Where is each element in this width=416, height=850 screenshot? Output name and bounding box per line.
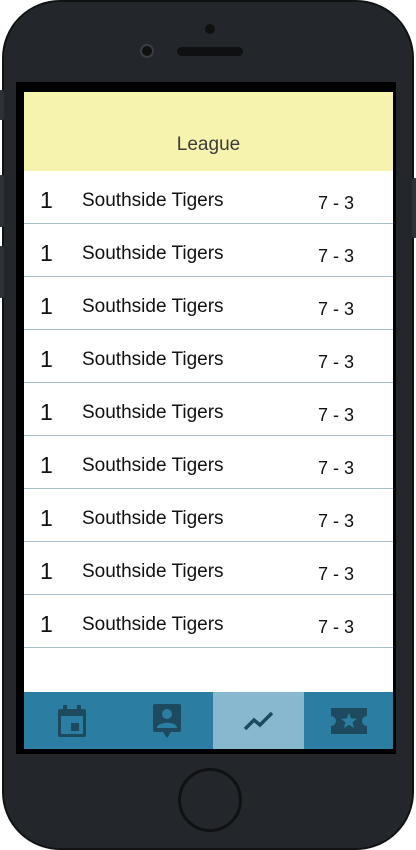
list-item[interactable]: 1 Southside Tigers 7 - 3: [24, 542, 393, 595]
list-item[interactable]: 1 Southside Tigers 7 - 3: [24, 383, 393, 436]
contact-card-icon: [152, 703, 181, 738]
page-header: League: [24, 92, 393, 171]
list-item[interactable]: 1 Southside Tigers 7 - 3: [24, 436, 393, 489]
team-record: 7 - 3: [318, 511, 355, 531]
earpiece-speaker: [177, 47, 243, 56]
team-record: 7 - 3: [318, 299, 355, 319]
team-rank: 1: [40, 293, 53, 319]
tab-standings[interactable]: [213, 692, 304, 749]
app-screen: League 1 Southside Tigers 7 - 3 1 Souths…: [24, 92, 393, 749]
front-camera: [140, 44, 154, 58]
team-name: Southside Tigers: [82, 561, 224, 582]
team-name: Southside Tigers: [82, 349, 224, 370]
team-record: 7 - 3: [318, 246, 355, 266]
team-name: Southside Tigers: [82, 455, 224, 476]
list-item[interactable]: 1 Southside Tigers 7 - 3: [24, 489, 393, 542]
home-button[interactable]: [178, 768, 242, 832]
team-rank: 1: [40, 346, 53, 372]
mute-switch: [0, 90, 4, 120]
list-item[interactable]: 1 Southside Tigers 7 - 3: [24, 171, 393, 224]
standings-list: 1 Southside Tigers 7 - 3 1 Southside Tig…: [24, 171, 393, 648]
trending-chart-icon: [243, 711, 273, 730]
power-button: [412, 178, 416, 238]
list-item[interactable]: 1 Southside Tigers 7 - 3: [24, 595, 393, 648]
list-item[interactable]: 1 Southside Tigers 7 - 3: [24, 277, 393, 330]
tab-contacts[interactable]: [120, 692, 213, 749]
calendar-icon: [58, 704, 86, 737]
tab-tickets[interactable]: [304, 692, 393, 749]
page-title: League: [176, 134, 241, 155]
team-rank: 1: [40, 611, 53, 637]
volume-up-button: [0, 175, 4, 227]
list-item[interactable]: 1 Southside Tigers 7 - 3: [24, 224, 393, 277]
team-name: Southside Tigers: [82, 296, 224, 317]
team-record: 7 - 3: [318, 405, 355, 425]
team-rank: 1: [40, 558, 53, 584]
team-record: 7 - 3: [318, 564, 355, 584]
team-record: 7 - 3: [318, 352, 355, 372]
team-name: Southside Tigers: [82, 508, 224, 529]
team-record: 7 - 3: [318, 193, 355, 213]
team-record: 7 - 3: [318, 458, 355, 478]
ticket-star-icon: [330, 707, 367, 734]
team-rank: 1: [40, 399, 53, 425]
tab-schedule[interactable]: [24, 692, 120, 749]
team-rank: 1: [40, 240, 53, 266]
team-name: Southside Tigers: [82, 243, 224, 264]
bottom-tab-bar: [24, 692, 393, 749]
proximity-sensor: [205, 24, 215, 34]
team-name: Southside Tigers: [82, 614, 224, 635]
list-item[interactable]: 1 Southside Tigers 7 - 3: [24, 330, 393, 383]
team-name: Southside Tigers: [82, 402, 224, 423]
team-rank: 1: [40, 452, 53, 478]
team-rank: 1: [40, 505, 53, 531]
team-record: 7 - 3: [318, 617, 355, 637]
volume-down-button: [0, 246, 4, 298]
team-rank: 1: [40, 187, 53, 213]
team-name: Southside Tigers: [82, 190, 224, 211]
